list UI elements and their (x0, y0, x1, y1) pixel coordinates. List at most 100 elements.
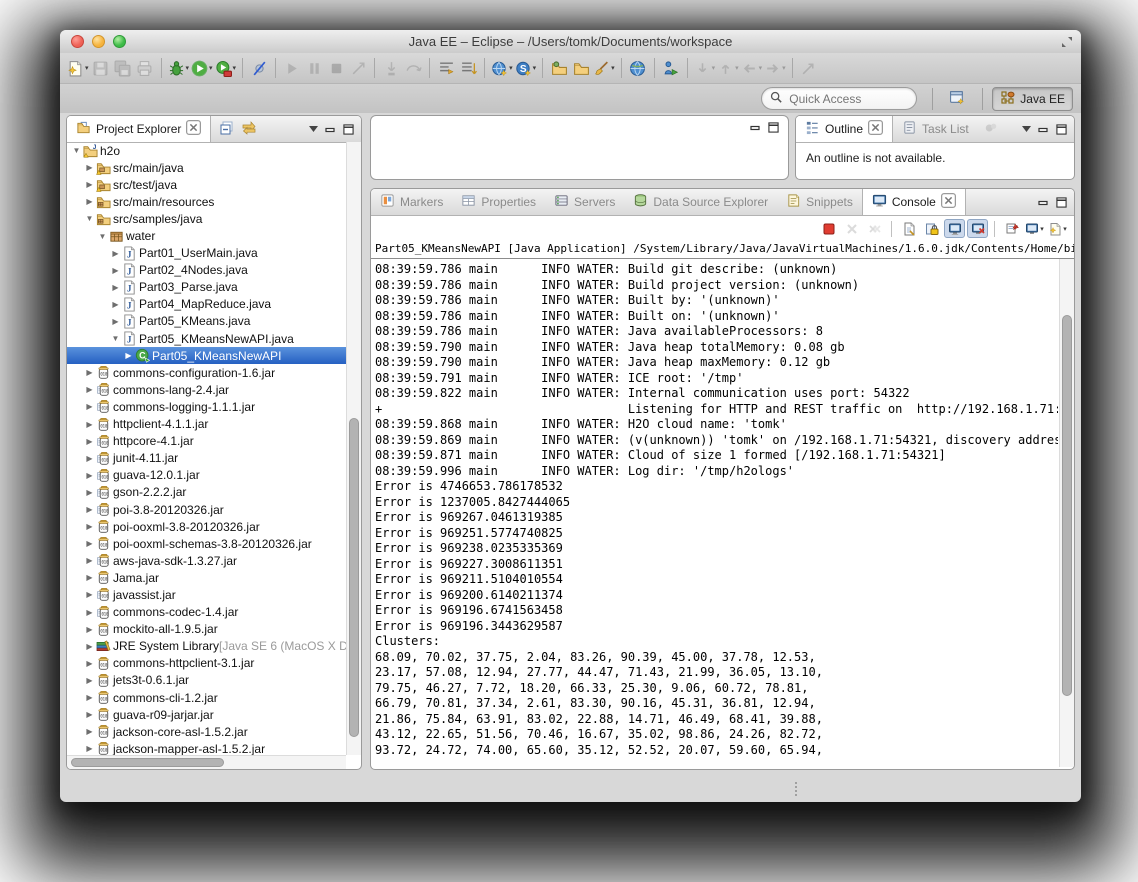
tree-item-aws-java-sdk-1-3-27-jar[interactable]: ▶ 010 aws-java-sdk-1.3.27.jar (67, 552, 361, 569)
tab-data-source-explorer[interactable]: Data Source Explorer (624, 189, 777, 215)
prev-annotation-icon[interactable]: ▾ (717, 56, 739, 80)
close-tab-icon[interactable] (868, 120, 884, 138)
maximize-icon[interactable] (343, 123, 354, 135)
maximize-icon[interactable] (1056, 196, 1067, 208)
tree-item-poi-ooxml-3-8-20120326-jar[interactable]: ▶ 010 poi-ooxml-3.8-20120326.jar (67, 518, 361, 535)
quick-access-input[interactable] (787, 90, 909, 107)
tree-item-junit-4-11-jar[interactable]: ▶ 010 junit-4.11.jar (67, 450, 361, 467)
tree-item-src-samples-java[interactable]: ▼ src/samples/java (67, 210, 361, 227)
new-web-service-icon[interactable]: ▾ (491, 56, 513, 80)
chevron-collapsed-icon[interactable]: ▶ (83, 437, 96, 446)
chevron-collapsed-icon[interactable]: ▶ (83, 556, 96, 565)
tree-item-src-test-java[interactable]: ▶ src/test/java (67, 176, 361, 193)
perspective-java-ee-button[interactable]: Java EE (992, 86, 1073, 111)
chevron-collapsed-icon[interactable]: ▶ (83, 744, 96, 753)
minimize-icon[interactable] (1038, 198, 1049, 207)
chevron-collapsed-icon[interactable]: ▶ (122, 351, 135, 360)
tree-item-poi-ooxml-schemas-3-8-20120326-jar[interactable]: ▶ 010 poi-ooxml-schemas-3.8-20120326.jar (67, 535, 361, 552)
back-icon[interactable]: ▾ (741, 56, 762, 80)
chevron-expanded-icon[interactable]: ▼ (70, 146, 83, 155)
open-console-icon[interactable]: ▾ (1047, 219, 1068, 238)
tree-item-httpcore-4-1-jar[interactable]: ▶ 010 httpcore-4.1.jar (67, 433, 361, 450)
paintbrush-icon[interactable]: ▾ (593, 56, 615, 80)
step-into-icon[interactable] (381, 56, 401, 80)
terminate-toolbar-icon[interactable] (326, 56, 346, 80)
next-annotation-icon[interactable]: ▾ (694, 56, 715, 80)
console-vertical-scrollbar[interactable] (1059, 259, 1074, 767)
tab-servers[interactable]: Servers (545, 189, 624, 215)
chevron-collapsed-icon[interactable]: ▶ (83, 180, 96, 189)
tree-item-part02-4nodes-java[interactable]: ▶ J Part02_4Nodes.java (67, 262, 361, 279)
terminate-icon[interactable] (818, 219, 839, 238)
chevron-collapsed-icon[interactable]: ▶ (83, 402, 96, 411)
tree-item-jets3t-0-6-1-jar[interactable]: ▶ 010 jets3t-0.6.1.jar (67, 672, 361, 689)
forward-icon[interactable]: ▾ (764, 56, 786, 80)
chevron-collapsed-icon[interactable]: ▶ (83, 488, 96, 497)
chevron-collapsed-icon[interactable]: ▶ (109, 300, 122, 309)
tree-item-src-main-resources[interactable]: ▶ src/main/resources (67, 193, 361, 210)
close-tab-icon[interactable] (186, 120, 202, 138)
view-menu-icon[interactable] (309, 126, 318, 132)
tab-snippets[interactable]: Snippets (777, 189, 862, 215)
tree-item-gson-2-2-2-jar[interactable]: ▶ 010 gson-2.2.2.jar (67, 484, 361, 501)
chevron-collapsed-icon[interactable]: ▶ (109, 317, 122, 326)
tree-item-commons-configuration-1-6-jar[interactable]: ▶ 010 commons-configuration-1.6.jar (67, 364, 361, 381)
chevron-collapsed-icon[interactable]: ▶ (83, 693, 96, 702)
remove-launch-icon[interactable] (841, 219, 862, 238)
minimize-icon[interactable] (750, 123, 761, 132)
chevron-collapsed-icon[interactable]: ▶ (83, 420, 96, 429)
tree-item-part04-mapreduce-java[interactable]: ▶ J Part04_MapReduce.java (67, 296, 361, 313)
tree-item-guava-r09-jarjar-jar[interactable]: ▶ 010 guava-r09-jarjar.jar (67, 706, 361, 723)
chevron-expanded-icon[interactable]: ▼ (83, 214, 96, 223)
last-edit-icon[interactable] (799, 56, 819, 80)
chevron-collapsed-icon[interactable]: ▶ (83, 471, 96, 480)
tree-item-src-main-java[interactable]: ▶ src/main/java (67, 159, 361, 176)
debug-icon[interactable]: ▾ (168, 56, 189, 80)
filter-icon[interactable] (436, 56, 456, 80)
close-tab-icon[interactable] (940, 193, 956, 211)
pause-icon[interactable] (304, 56, 324, 80)
open-folder-icon[interactable] (549, 56, 569, 80)
fullscreen-icon[interactable] (1061, 35, 1073, 53)
tab-properties[interactable]: Properties (452, 189, 545, 215)
chevron-collapsed-icon[interactable]: ▶ (83, 727, 96, 736)
save-all-icon[interactable] (113, 56, 133, 80)
chevron-collapsed-icon[interactable]: ▶ (83, 642, 96, 651)
minimize-icon[interactable] (1038, 125, 1049, 134)
tree-item-commons-codec-1-4-jar[interactable]: ▶ 010 commons-codec-1.4.jar (67, 604, 361, 621)
tree-item-commons-httpclient-3-1-jar[interactable]: ▶ 010 commons-httpclient-3.1.jar (67, 655, 361, 672)
tree-item-part03-parse-java[interactable]: ▶ J Part03_Parse.java (67, 279, 361, 296)
tree-item-guava-12-0-1-jar[interactable]: ▶ 010 guava-12.0.1.jar (67, 467, 361, 484)
chevron-collapsed-icon[interactable]: ▶ (109, 266, 122, 275)
tab-markers[interactable]: Markers (371, 189, 452, 215)
chevron-collapsed-icon[interactable]: ▶ (83, 710, 96, 719)
tree-item-jackson-core-asl-1-5-2-jar[interactable]: ▶ 010 jackson-core-asl-1.5.2.jar (67, 723, 361, 740)
chevron-collapsed-icon[interactable]: ▶ (83, 522, 96, 531)
chevron-collapsed-icon[interactable]: ▶ (109, 283, 122, 292)
open-file-icon[interactable] (571, 56, 591, 80)
view-menu-icon[interactable] (1022, 126, 1031, 132)
pin-console-icon[interactable] (1001, 219, 1022, 238)
step-over-icon[interactable] (403, 56, 423, 80)
chevron-expanded-icon[interactable]: ▼ (96, 232, 109, 241)
tab-outline[interactable]: Outline (796, 116, 894, 142)
skip-breakpoints-icon[interactable] (249, 56, 269, 80)
tree-item-water[interactable]: ▼ water (67, 227, 361, 244)
save-icon[interactable] (91, 56, 111, 80)
tree-item-commons-logging-1-1-1-jar[interactable]: ▶ 010 commons-logging-1.1.1.jar (67, 398, 361, 415)
chevron-expanded-icon[interactable]: ▼ (109, 334, 122, 343)
tree-item-part05-kmeansnewapi[interactable]: ▶ C Part05_KMeansNewAPI (67, 347, 361, 365)
chevron-collapsed-icon[interactable]: ▶ (83, 676, 96, 685)
tree-item-jama-jar[interactable]: ▶ 010 Jama.jar (67, 569, 361, 586)
chevron-collapsed-icon[interactable]: ▶ (83, 454, 96, 463)
clear-console-icon[interactable] (898, 219, 919, 238)
chevron-collapsed-icon[interactable]: ▶ (83, 625, 96, 634)
tab-task-list[interactable]: Task List (893, 116, 978, 142)
tree-item-httpclient-4-1-1-jar[interactable]: ▶ 010 httpclient-4.1.1.jar (67, 416, 361, 433)
open-perspective-button[interactable] (942, 88, 973, 110)
titlebar[interactable]: Java EE – Eclipse – /Users/tomk/Document… (60, 30, 1081, 54)
tree-item-part05-kmeans-java[interactable]: ▶ J Part05_KMeans.java (67, 313, 361, 330)
view-switcher-icon[interactable] (984, 121, 998, 138)
tree-item-part01-usermain-java[interactable]: ▶ J Part01_UserMain.java (67, 245, 361, 262)
editor-area[interactable] (370, 115, 789, 180)
